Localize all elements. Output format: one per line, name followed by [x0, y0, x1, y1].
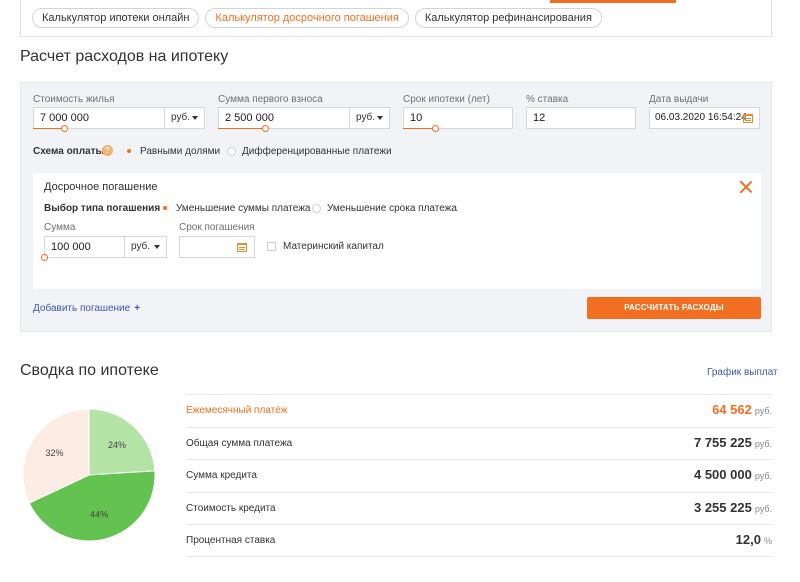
scheme-option-annuity[interactable]: Равными долями — [125, 146, 220, 157]
price-label: Стоимость жилья — [33, 94, 115, 105]
top-accent-bar — [550, 0, 676, 3]
summary-row-amount: 7 755 225 — [693, 434, 752, 450]
tab-refinancing-calculator[interactable]: Калькулятор рефинансирования — [414, 8, 602, 28]
summary-row-unit: руб. — [754, 406, 772, 416]
issue-date-label: Дата выдачи — [649, 94, 709, 105]
down-payment-label: Сумма первого взноса — [218, 94, 323, 105]
calendar-icon[interactable] — [743, 114, 753, 123]
summary-row: Ежемесячный платёж 64 562 руб. — [186, 394, 772, 427]
tab-early-repayment-calculator[interactable]: Калькулятор досрочного погашения — [205, 8, 409, 28]
term-slider-handle[interactable] — [432, 125, 439, 132]
help-icon[interactable]: ? — [102, 145, 113, 156]
down-payment-slider-track — [218, 128, 266, 129]
tab-mortgage-calculator[interactable]: Калькулятор ипотеки онлайн — [32, 8, 200, 28]
summary-row-label: Общая сумма платежа — [186, 437, 293, 449]
chevron-down-icon — [192, 116, 198, 120]
issue-date-value: 06.03.2020 16:54:24 — [655, 112, 747, 123]
payment-scheme-label: Схема оплаты — [33, 146, 105, 157]
rate-input[interactable]: 12 — [526, 107, 636, 129]
summary-row: Процентная ставка 12,0% — [186, 524, 772, 557]
price-currency-value: руб. — [171, 112, 191, 123]
repayment-sum-label: Сумма — [44, 222, 76, 233]
repayment-type-reduce-payment-label: Уменьшение суммы платежа — [176, 203, 311, 214]
summary-row-amount: 12,0 — [735, 532, 761, 547]
summary-row-amount: 3 255 225 — [693, 499, 752, 515]
summary-row: Сумма кредита 4 500 000 руб. — [186, 459, 772, 492]
scheme-option-differentiated[interactable]: Дифференцированные платежи — [227, 146, 392, 157]
repayment-currency-value: руб. — [131, 241, 151, 252]
maternal-capital-label: Материнский капитал — [283, 241, 384, 252]
close-icon[interactable] — [739, 180, 753, 194]
radio-selected-icon — [161, 204, 170, 213]
calculator-tabs: Калькулятор ипотеки онлайн Калькулятор д… — [32, 8, 602, 28]
pie-slice-label: 44% — [90, 510, 108, 520]
scheme-option-differentiated-label: Дифференцированные платежи — [242, 146, 392, 157]
rate-label: % ставка — [526, 94, 569, 105]
down-payment-input[interactable]: 2 500 000 — [218, 107, 350, 129]
radio-icon — [227, 147, 236, 156]
down-payment-currency-value: руб. — [356, 112, 376, 123]
maternal-capital-checkbox[interactable]: Материнский капитал — [267, 241, 384, 252]
summary-row-value: 7 755 225 руб. — [694, 435, 772, 450]
summary-row-label: Ежемесячный платёж — [186, 405, 288, 416]
term-slider-track — [403, 128, 435, 129]
repayment-term-label: Срок погашения — [179, 222, 255, 233]
payment-schedule-link[interactable]: График выплат — [707, 367, 778, 378]
price-input[interactable]: 7 000 000 — [33, 107, 165, 129]
summary-row-amount: 4 500 000 — [693, 467, 752, 482]
summary-row-unit: руб. — [754, 438, 772, 449]
summary-row-unit: % — [763, 536, 772, 546]
radio-icon — [312, 204, 321, 213]
repayment-type-reduce-term-label: Уменьшение срока платежа — [327, 203, 457, 214]
summary-row-value: 12,0% — [736, 532, 772, 547]
summary-row-value: 4 500 000 руб. — [694, 467, 772, 482]
term-label: Срок ипотеки (лет) — [403, 94, 490, 105]
summary-row-value: 3 255 225 руб. — [694, 500, 772, 515]
summary-row-label: Сумма кредита — [186, 470, 257, 481]
plus-icon: + — [134, 303, 141, 314]
calc-form: Стоимость жилья 7 000 000 руб. Сумма пер… — [20, 82, 772, 332]
chevron-down-icon — [377, 116, 383, 120]
summary-row-unit: руб. — [754, 471, 772, 481]
repayment-currency-select[interactable]: руб. — [125, 236, 167, 258]
add-repayment-link[interactable]: Добавить погашение + — [33, 303, 140, 314]
price-currency-select[interactable]: руб. — [165, 107, 205, 129]
repayment-type-reduce-term[interactable]: Уменьшение срока платежа — [312, 203, 457, 214]
pie-slice-label: 32% — [45, 448, 63, 458]
down-payment-currency-select[interactable]: руб. — [350, 107, 390, 129]
summary-row-unit: руб. — [754, 503, 772, 514]
summary-row-amount: 64 562 — [712, 402, 752, 417]
pie-slice-label: 24% — [108, 440, 126, 450]
repayment-sum-slider-handle[interactable] — [41, 254, 48, 261]
summary-row: Стоимость кредита 3 255 225 руб. — [186, 491, 772, 525]
radio-selected-icon — [125, 147, 134, 156]
calc-title: Расчет расходов на ипотеку — [20, 48, 229, 65]
early-repayment-title: Досрочное погашение — [44, 181, 158, 193]
summary-row-label: Стоимость кредита — [186, 502, 276, 514]
summary-table: Ежемесячный платёж 64 562 руб. Общая сумма … — [186, 394, 772, 557]
scheme-option-annuity-label: Равными долями — [140, 146, 221, 157]
summary-row-label: Процентная ставка — [186, 535, 276, 546]
repayment-type-label: Выбор типа погашения — [44, 203, 161, 214]
calculate-button[interactable]: РАССЧИТАТЬ РАСХОДЫ — [587, 297, 761, 319]
chevron-down-icon — [154, 245, 160, 249]
mortgage-pie-chart: 24% 44% 32% — [22, 408, 156, 542]
calendar-icon[interactable] — [237, 243, 247, 252]
checkbox-icon — [267, 242, 276, 251]
summary-row-value: 64 562 руб. — [712, 402, 772, 417]
term-input[interactable]: 10 — [403, 107, 513, 129]
summary-row: Общая сумма платежа 7 755 225 руб. — [186, 426, 772, 460]
down-payment-slider-handle[interactable] — [262, 125, 269, 132]
early-repayment-card: Досрочное погашение Выбор типа погашения… — [33, 173, 761, 289]
summary-title: Сводка по ипотеке — [20, 362, 159, 379]
price-slider-handle[interactable] — [61, 125, 68, 132]
add-repayment-label: Добавить погашение — [33, 303, 131, 314]
repayment-sum-input[interactable]: 100 000 — [44, 236, 125, 258]
repayment-type-reduce-payment[interactable]: Уменьшение суммы платежа — [161, 203, 310, 214]
